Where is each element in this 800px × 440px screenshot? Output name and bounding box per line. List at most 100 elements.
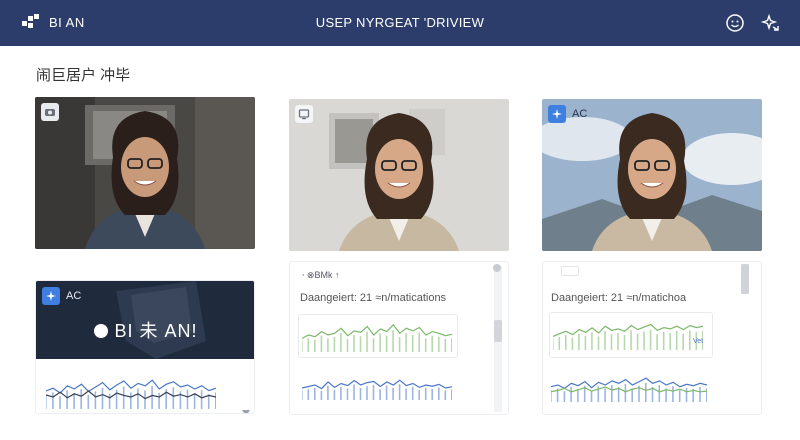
- chart-bar: [314, 388, 316, 400]
- sparkle-share-icon[interactable]: [760, 12, 782, 34]
- chart-bar: [444, 338, 447, 352]
- chart-bar: [604, 331, 606, 350]
- chart-bar: [172, 387, 175, 409]
- participant-video: [289, 99, 509, 251]
- panel-banner: AC BI 未 AN!: [36, 281, 254, 359]
- chart-bar: [346, 388, 349, 400]
- chart-bar: [320, 390, 323, 400]
- diagnostics-panel-3: Daangeiert: 21 ≈n/matichoa Vet: [542, 261, 762, 415]
- chart-bar: [610, 334, 613, 350]
- tile-badge: [295, 105, 313, 123]
- chart-bar: [669, 333, 671, 350]
- scroll-handle-icon[interactable]: [493, 264, 501, 272]
- panel-tab-icon[interactable]: [561, 266, 579, 276]
- chart-bar: [624, 384, 627, 402]
- chart-bar: [438, 337, 440, 352]
- chart-bar: [418, 332, 420, 352]
- chart-bar: [706, 388, 707, 402]
- chart-bar: [346, 338, 349, 352]
- screen-icon[interactable]: [295, 105, 313, 123]
- sparkle-icon[interactable]: [548, 105, 566, 123]
- chart-bar: [320, 335, 323, 352]
- video-tile-3[interactable]: AC: [542, 99, 762, 251]
- chart-bar: [636, 333, 639, 350]
- chart-bar: [307, 389, 310, 400]
- chart-bar: [144, 390, 146, 409]
- chart-bar: [584, 335, 587, 350]
- chart-bar: [87, 394, 90, 409]
- chart-bar: [630, 330, 632, 350]
- diagnostics-chart-top: [553, 323, 703, 350]
- chart-bar: [46, 394, 47, 409]
- chart-bar: [570, 387, 572, 402]
- chart-bar: [200, 390, 203, 409]
- chart-bar: [682, 333, 684, 350]
- chart-bar: [392, 388, 394, 400]
- chart-bar: [359, 388, 362, 400]
- video-tile-2[interactable]: [289, 99, 509, 251]
- participant-video: [35, 97, 255, 249]
- section-title: 闹巨居户 冲毕: [36, 67, 131, 84]
- chart-bar: [431, 389, 433, 400]
- panel-badge: AC: [42, 287, 81, 305]
- chart-bar: [340, 386, 342, 400]
- chart-bar: [678, 389, 681, 402]
- chart-bar: [672, 386, 674, 402]
- chart-bar: [333, 389, 336, 400]
- video-tile-1[interactable]: [35, 97, 255, 249]
- chart-bar: [649, 329, 652, 350]
- chart-bar: [685, 387, 688, 402]
- chart-bar: [565, 335, 567, 350]
- chart-bar: [207, 394, 210, 409]
- chart-series-line: [553, 323, 703, 337]
- chart-bar: [558, 336, 561, 350]
- chart-series-line: [46, 379, 216, 394]
- diagnostics-chart-bottom: [551, 377, 707, 402]
- chart-bar: [385, 335, 388, 352]
- chart-bar: [372, 385, 375, 400]
- chart-bar: [359, 336, 362, 352]
- camera-icon[interactable]: [41, 103, 59, 121]
- chart-bar: [59, 396, 61, 409]
- chart-bar: [597, 336, 600, 350]
- chart-bar: [553, 339, 554, 350]
- banner-title-text: BI 未 AN!: [114, 321, 198, 341]
- chart-bar: [193, 393, 196, 409]
- chart-bar: [689, 330, 691, 350]
- chart-bar: [662, 332, 665, 350]
- chart-bar: [73, 393, 75, 409]
- chart-bar: [438, 387, 440, 400]
- chart-bar: [366, 331, 368, 352]
- chart-bar: [643, 331, 645, 350]
- chart-bar: [379, 389, 381, 400]
- summary-panel-1: AC BI 未 AN!: [35, 280, 255, 414]
- chart-bar: [379, 333, 381, 352]
- scroll-down-icon[interactable]: [242, 403, 250, 413]
- chart-tag: Vet: [693, 338, 704, 345]
- chart-series-line: [302, 379, 452, 390]
- chart-bar: [314, 339, 316, 352]
- scrollbar-thumb[interactable]: [494, 320, 502, 342]
- chart-bar: [186, 389, 189, 409]
- chart-bar: [333, 337, 336, 352]
- chart-bar: [578, 333, 580, 350]
- chart-bar: [158, 393, 160, 409]
- chart-bar: [656, 334, 658, 350]
- chart-bar: [699, 387, 701, 402]
- sparkle-icon[interactable]: [42, 287, 60, 305]
- diagnostics-chart-bottom: [302, 379, 452, 400]
- app-title: USEP NYRGEAT 'DRIVIEW: [315, 15, 485, 30]
- diagnostics-text: Daangeiert: 21 ≈n/matichoa: [551, 292, 687, 304]
- chart-bar: [611, 385, 613, 402]
- tile-badge: AC: [548, 105, 587, 123]
- chart-bar: [590, 390, 593, 402]
- banner-title: BI 未 AN!: [36, 317, 254, 343]
- panel-badge-label: AC: [66, 290, 82, 302]
- chart-bar: [385, 385, 388, 400]
- scrollbar-thumb[interactable]: [741, 264, 749, 294]
- chart-bar: [424, 388, 427, 400]
- tile-badge: [41, 103, 59, 121]
- chart-bar: [327, 385, 329, 400]
- chart-bar: [658, 385, 661, 402]
- smiley-icon[interactable]: [724, 12, 746, 34]
